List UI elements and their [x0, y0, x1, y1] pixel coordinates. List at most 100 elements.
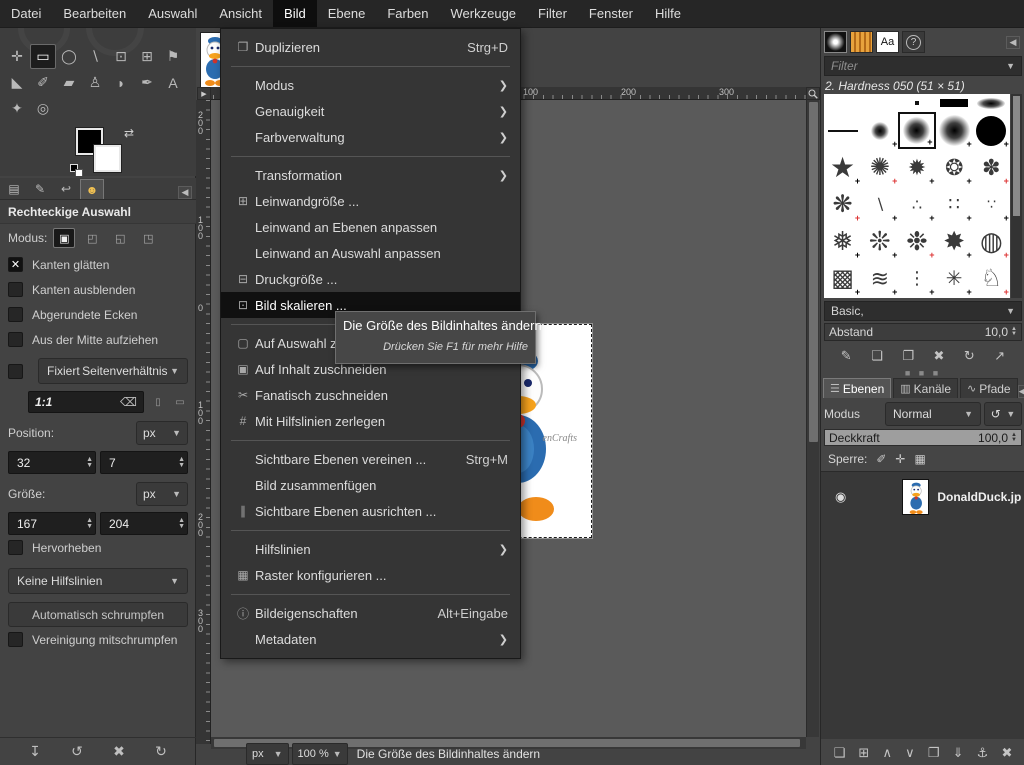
- zoom-tool-icon[interactable]: ◎: [30, 96, 56, 121]
- zoom-quick-icon[interactable]: [806, 87, 820, 100]
- brush-hardness-100[interactable]: +: [973, 112, 1010, 149]
- feather-edges-checkbox[interactable]: ✕: [8, 282, 23, 297]
- brushes-tab[interactable]: [824, 31, 847, 53]
- menubar-item-bearbeiten[interactable]: Bearbeiten: [52, 0, 137, 27]
- brush-hardness-025[interactable]: +: [861, 112, 898, 149]
- raise-layer-icon[interactable]: ∧: [882, 745, 892, 761]
- new-layer-icon[interactable]: ❏: [834, 745, 846, 761]
- help-tab[interactable]: ?: [902, 31, 925, 53]
- antialiasing-checkbox[interactable]: ✕: [8, 257, 23, 272]
- spinner-arrows-icon[interactable]: ▲▼: [178, 457, 185, 469]
- spinner-arrows-icon[interactable]: ▲▼: [86, 518, 93, 530]
- brush-line[interactable]: [824, 112, 861, 149]
- selection-mode-add-icon[interactable]: ◰: [81, 228, 103, 248]
- brush-acrylic-4[interactable]: ✽+: [973, 149, 1010, 186]
- menu-item-druckgröße[interactable]: ⊟Druckgröße ...: [221, 266, 520, 292]
- brush-set-dropdown[interactable]: Basic, ▼: [824, 301, 1022, 321]
- transform-tool-icon[interactable]: ⊞: [134, 44, 160, 69]
- menu-item-sichtbare-ebenen-ausrichten[interactable]: ∥Sichtbare Ebenen ausrichten ...: [221, 498, 520, 524]
- brush-hardness-050[interactable]: +: [898, 112, 935, 149]
- visibility-eye-icon[interactable]: ◉: [835, 489, 846, 505]
- highlight-row[interactable]: ✕ Hervorheben: [0, 535, 196, 560]
- menu-item-leinwand-an-ebenen-anpassen[interactable]: Leinwand an Ebenen anpassen: [221, 214, 520, 240]
- anchor-layer-icon[interactable]: ⚓: [977, 745, 989, 761]
- shrink-merged-checkbox[interactable]: ✕: [8, 632, 23, 647]
- menubar-item-hilfe[interactable]: Hilfe: [644, 0, 692, 27]
- menubar-item-bild[interactable]: Bild: [273, 0, 317, 27]
- brush-stroke[interactable]: ∖+: [861, 186, 898, 223]
- color-picker-tool-icon[interactable]: ✦: [4, 96, 30, 121]
- delete-layer-icon[interactable]: ✖: [1001, 745, 1012, 761]
- merge-layer-icon[interactable]: ⇓: [953, 745, 964, 761]
- menu-item-sichtbare-ebenen-vereinen[interactable]: Sichtbare Ebenen vereinen ...Strg+M: [221, 446, 520, 472]
- collapse-dock-icon[interactable]: ◀: [1006, 36, 1020, 49]
- auto-shrink-button[interactable]: Automatisch schrumpfen: [8, 602, 188, 627]
- spinner-arrows-icon[interactable]: ▲▼: [1011, 433, 1017, 443]
- brush-acrylic-2[interactable]: ✹+: [898, 149, 935, 186]
- brush-confetti[interactable]: [973, 94, 1010, 112]
- selection-mode-intersect-icon[interactable]: ◳: [137, 228, 159, 248]
- menu-item-hilfslinien[interactable]: Hilfslinien❯: [221, 536, 520, 562]
- brush-scrollbar-thumb[interactable]: [1013, 96, 1020, 216]
- rectangle-select-tool-icon[interactable]: ▭: [30, 44, 56, 69]
- spinner-arrows-icon[interactable]: ▲▼: [178, 518, 185, 530]
- fixed-checkbox[interactable]: ✕: [8, 364, 23, 379]
- restore-tool-preset-icon[interactable]: ↺: [71, 743, 83, 760]
- vertical-scrollbar-thumb[interactable]: [809, 102, 818, 442]
- vertical-scrollbar[interactable]: [806, 100, 819, 737]
- selection-mode-subtract-icon[interactable]: ◱: [109, 228, 131, 248]
- brush-pixel[interactable]: [898, 94, 935, 112]
- brush-dots-cluster[interactable]: ∷+: [936, 186, 973, 223]
- brush-hardness-075[interactable]: +: [936, 112, 973, 149]
- brush-star[interactable]: ★+: [824, 149, 861, 186]
- vertical-ruler[interactable]: 2001000100200300: [196, 100, 211, 744]
- duplicate-layer-icon[interactable]: ❐: [928, 745, 940, 761]
- brush-dots-grid[interactable]: ∵+: [973, 186, 1010, 223]
- open-brush-as-image-icon[interactable]: ↗: [994, 348, 1005, 364]
- shrink-merged-row[interactable]: ✕ Vereinigung mitschrumpfen: [0, 627, 196, 652]
- brush-cell-02[interactable]: ❊+: [861, 223, 898, 260]
- patterns-tab[interactable]: [850, 31, 873, 53]
- menubar-item-datei[interactable]: Datei: [0, 0, 52, 27]
- brush-empty[interactable]: [861, 94, 898, 112]
- brush-animal-sketch[interactable]: ♘+: [973, 260, 1010, 297]
- clear-input-icon[interactable]: ⌫: [120, 395, 137, 409]
- position-x-field[interactable]: 32 ▲▼: [8, 451, 96, 474]
- delete-tool-preset-icon[interactable]: ✖: [113, 743, 125, 760]
- spinner-arrows-icon[interactable]: ▲▼: [86, 457, 93, 469]
- free-select-tool-icon[interactable]: ◯: [56, 44, 82, 69]
- menu-item-leinwandgröße[interactable]: ⊞Leinwandgröße ...: [221, 188, 520, 214]
- crop-tool-icon[interactable]: ⊡: [108, 44, 134, 69]
- collapse-dock-icon[interactable]: ◀: [1018, 385, 1024, 398]
- lock-alpha-icon[interactable]: ▦: [914, 452, 925, 466]
- eraser-tool-icon[interactable]: ▰: [56, 70, 82, 95]
- new-layer-group-icon[interactable]: ⊞: [858, 745, 869, 761]
- position-y-field[interactable]: 7 ▲▼: [100, 451, 188, 474]
- menu-item-transformation[interactable]: Transformation❯: [221, 162, 520, 188]
- menubar-item-farben[interactable]: Farben: [376, 0, 439, 27]
- ruler-origin-button[interactable]: ▶: [197, 87, 211, 100]
- feather-edges-row[interactable]: ✕ Kanten ausblenden: [0, 277, 196, 302]
- size-height-field[interactable]: 204 ▲▼: [100, 512, 188, 535]
- background-color-swatch[interactable]: [94, 145, 121, 172]
- antialiasing-row[interactable]: ✕ Kanten glätten: [0, 252, 196, 277]
- highlight-checkbox[interactable]: ✕: [8, 540, 23, 555]
- brush-chalk[interactable]: ❋+: [824, 186, 861, 223]
- ink-tool-icon[interactable]: ✒: [134, 70, 160, 95]
- menu-item-raster-konfigurieren[interactable]: ▦Raster konfigurieren ...: [221, 562, 520, 588]
- rounded-corners-row[interactable]: ✕ Abgerundete Ecken: [0, 302, 196, 327]
- menu-item-fanatisch-zuschneiden[interactable]: ✂Fanatisch zuschneiden: [221, 382, 520, 408]
- statusbar-unit-dropdown[interactable]: px ▼: [246, 743, 289, 765]
- menubar-item-fenster[interactable]: Fenster: [578, 0, 644, 27]
- spinner-arrows-icon[interactable]: ▲▼: [1011, 327, 1017, 337]
- layer-mode-reset-button[interactable]: ↺ ▼: [984, 402, 1022, 426]
- layer-mode-dropdown[interactable]: Normal ▼: [885, 402, 981, 426]
- duplicate-brush-icon[interactable]: ❐: [902, 348, 914, 364]
- menu-item-farbverwaltung[interactable]: Farbverwaltung❯: [221, 124, 520, 150]
- fonts-tab[interactable]: Aa: [876, 31, 899, 53]
- statusbar-zoom-dropdown[interactable]: 100 % ▼: [292, 743, 348, 765]
- tab-pfade[interactable]: ∿Pfade: [960, 378, 1018, 398]
- tab-ebenen[interactable]: ☰Ebenen: [823, 378, 891, 398]
- layer-thumbnail[interactable]: [902, 479, 929, 515]
- layer-row[interactable]: ◉ DonaldDuck.jp: [821, 475, 1024, 519]
